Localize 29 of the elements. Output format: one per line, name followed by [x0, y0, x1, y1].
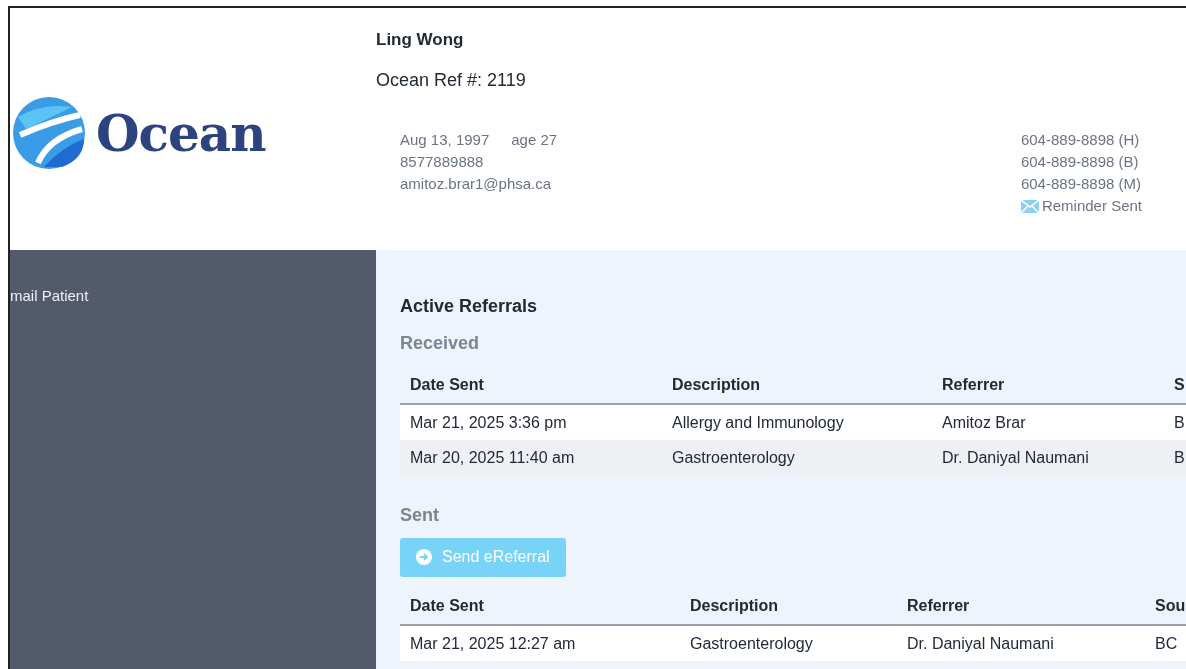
table-cell: Amitoz Brar	[932, 404, 1164, 440]
health-number: 8577889888	[400, 152, 485, 172]
table-cell: B	[1164, 440, 1186, 475]
table-cell: Dr. Daniyal Naumani	[932, 440, 1164, 475]
phone-number: 604-889-8898 (H)	[1020, 130, 1141, 150]
birth-date: Aug 13, 1997	[400, 130, 490, 150]
sidebar-item[interactable]: mail Patient	[10, 287, 376, 304]
patient-age: age 27	[511, 130, 558, 150]
table-cell: Allergy and Immunology	[662, 404, 932, 440]
envelope-icon	[1020, 199, 1039, 213]
table-cell: Gastroenterology	[680, 625, 897, 661]
phone-number: 604-889-8898 (M)	[1020, 174, 1142, 194]
phone-number: 604-889-8898 (B)	[1020, 152, 1140, 172]
table-cell: Dr. Daniyal Naumani	[897, 625, 1145, 661]
patient-name: Ling Wong	[376, 30, 465, 50]
reminder-status: Reminder Sent	[1041, 196, 1142, 216]
subsection-title: Received	[400, 333, 481, 354]
section-title: Active Referrals	[400, 296, 539, 317]
table-cell: Gastroenterology	[662, 440, 932, 475]
subsection-title: Sent	[400, 505, 440, 526]
table-cell: BC	[1145, 625, 1186, 661]
arrow-circle-icon	[416, 549, 432, 565]
table-cell: B	[1164, 404, 1186, 440]
patient-email: amitoz.brar1@phsa.ca	[400, 174, 553, 194]
ocean-ref: Ocean Ref #: 2119	[376, 70, 527, 91]
table-cell: Mar 20, 2025 11:40 am	[400, 440, 662, 475]
table-cell: Mar 21, 2025 12:27 am	[400, 625, 680, 661]
logo-text: Ocean	[96, 103, 266, 163]
table-cell: Mar 21, 2025 3:36 pm	[400, 404, 662, 440]
